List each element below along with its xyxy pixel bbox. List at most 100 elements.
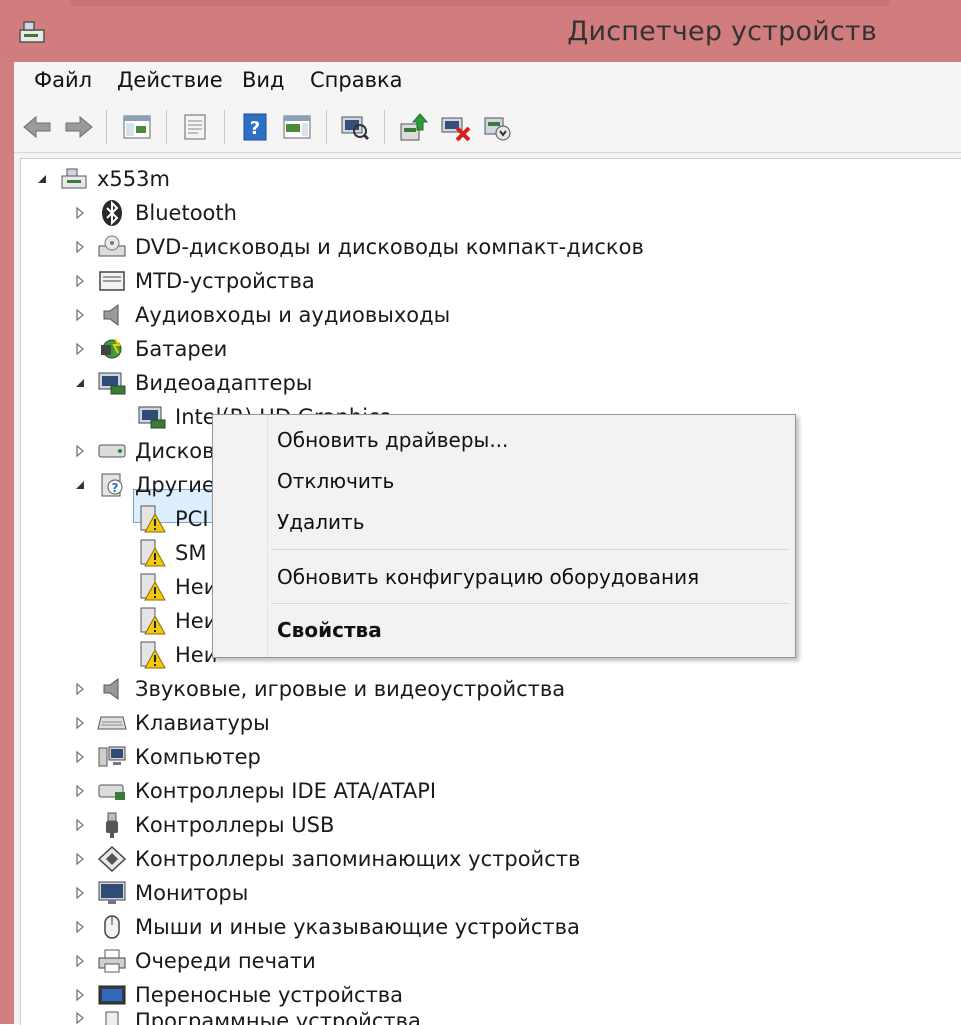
tree-item-batteries[interactable]: Батареи [71, 333, 227, 365]
tree-item-label: Неи [175, 643, 218, 667]
tree-item-display-adapters[interactable]: Видеоадаптеры [71, 367, 312, 399]
tree-item-label: Неи [175, 575, 218, 599]
mtd-device-icon [97, 266, 127, 296]
svg-text:?: ? [250, 118, 260, 139]
tree-item-label: Другие [135, 473, 215, 497]
tree-item-computer[interactable]: Компьютер [71, 741, 261, 773]
tree-item-mice[interactable]: Мыши и иные указывающие устройства [71, 911, 580, 943]
ctx-properties[interactable]: Свойства [277, 618, 382, 642]
context-menu-separator [271, 603, 789, 604]
warning-device-icon [137, 504, 167, 534]
update-driver-icon[interactable] [396, 110, 430, 144]
expand-arrow-icon[interactable] [71, 1009, 89, 1025]
tree-item-sm[interactable]: SM [137, 537, 206, 569]
title-bar[interactable]: Диспетчер устройств [0, 0, 961, 62]
expand-arrow-icon[interactable] [71, 238, 89, 256]
tree-item-label: Звуковые, игровые и видеоустройства [135, 677, 566, 701]
display-adapter-icon [137, 402, 167, 432]
tree-item-storage-controllers[interactable]: Контроллеры запоминающих устройств [71, 843, 580, 875]
warning-device-icon [137, 538, 167, 568]
tree-item-audio-io[interactable]: Аудиовходы и аудиовыходы [71, 299, 450, 331]
tree-item-label: PCI [175, 507, 209, 531]
device-manager-app-icon [16, 18, 48, 48]
bluetooth-icon [97, 198, 127, 228]
tree-item-ide[interactable]: Контроллеры IDE ATA/ATAPI [71, 775, 436, 807]
menu-file[interactable]: Файл [32, 68, 94, 92]
expand-arrow-icon[interactable] [71, 816, 89, 834]
scan-hardware-icon[interactable] [338, 110, 372, 144]
expand-arrow-icon[interactable] [71, 714, 89, 732]
collapse-arrow-icon[interactable] [71, 476, 89, 494]
expand-arrow-icon[interactable] [71, 952, 89, 970]
expand-arrow-icon[interactable] [71, 850, 89, 868]
portable-device-icon [97, 980, 127, 1010]
disable-icon[interactable] [480, 110, 514, 144]
mouse-icon [97, 912, 127, 942]
tree-item-label: Батареи [135, 337, 228, 361]
tree-root[interactable]: x553m [33, 163, 170, 195]
ctx-disable[interactable]: Отключить [277, 469, 394, 493]
tree-item-label: Контроллеры запоминающих устройств [135, 847, 581, 871]
expand-arrow-icon[interactable] [71, 782, 89, 800]
tree-item-disk-drives[interactable]: Дисков [71, 435, 215, 467]
ctx-update-drivers[interactable]: Обновить драйверы... [277, 428, 508, 452]
tree-item-other-devices[interactable]: ? Другие [71, 469, 215, 501]
expand-arrow-icon[interactable] [71, 680, 89, 698]
tree-item-mtd[interactable]: MTD-устройства [71, 265, 315, 297]
monitor-icon [97, 878, 127, 908]
ctx-scan-hardware[interactable]: Обновить конфигурацию оборудования [277, 565, 699, 589]
expand-arrow-icon[interactable] [71, 306, 89, 324]
menu-view[interactable]: Вид [240, 68, 287, 92]
expand-arrow-icon[interactable] [71, 204, 89, 222]
ctx-uninstall[interactable]: Удалить [277, 510, 365, 534]
tree-item-pci[interactable]: PCI [137, 503, 209, 535]
keyboard-icon [97, 708, 127, 738]
tree-item-usb[interactable]: Контроллеры USB [71, 809, 334, 841]
action-pane-icon[interactable] [280, 110, 314, 144]
properties-icon[interactable] [178, 110, 212, 144]
tree-item-unknown-2[interactable]: Неи [137, 605, 217, 637]
dvd-drive-icon [97, 232, 127, 262]
tree-item-unknown-3[interactable]: Неи [137, 639, 217, 671]
tree-item-bluetooth[interactable]: Bluetooth [71, 197, 237, 229]
tree-item-unknown-1[interactable]: Неи [137, 571, 217, 603]
tree-root-label: x553m [97, 167, 170, 191]
back-icon[interactable] [20, 110, 54, 144]
tree-item-software-devices[interactable]: Программные устройства [71, 1009, 421, 1025]
tree-item-keyboards[interactable]: Клавиатуры [71, 707, 270, 739]
warning-device-icon [137, 640, 167, 670]
collapse-arrow-icon[interactable] [71, 374, 89, 392]
uninstall-icon[interactable] [438, 110, 472, 144]
tree-item-label: Неи [175, 609, 218, 633]
warning-device-icon [137, 606, 167, 636]
disk-drive-icon [97, 436, 127, 466]
collapse-arrow-icon[interactable] [33, 170, 51, 188]
expand-arrow-icon[interactable] [71, 442, 89, 460]
tree-item-label: MTD-устройства [135, 269, 315, 293]
expand-arrow-icon[interactable] [71, 918, 89, 936]
menu-help[interactable]: Справка [308, 68, 405, 92]
software-device-icon [97, 1009, 127, 1025]
tree-item-portable-devices[interactable]: Переносные устройства [71, 979, 403, 1011]
forward-icon[interactable] [62, 110, 96, 144]
tree-item-label: Аудиовходы и аудиовыходы [135, 303, 451, 327]
speaker-icon [97, 300, 127, 330]
expand-arrow-icon[interactable] [71, 340, 89, 358]
tree-item-dvd[interactable]: DVD-дисководы и дисководы компакт-дисков [71, 231, 644, 263]
expand-arrow-icon[interactable] [71, 884, 89, 902]
expand-arrow-icon[interactable] [71, 986, 89, 1004]
toolbar-separator [106, 110, 107, 144]
warning-device-icon [137, 572, 167, 602]
help-icon[interactable]: ? [238, 110, 272, 144]
menu-action[interactable]: Действие [115, 68, 225, 92]
tree-item-print-queues[interactable]: Очереди печати [71, 945, 316, 977]
tree-item-sound[interactable]: Звуковые, игровые и видеоустройства [71, 673, 565, 705]
expand-arrow-icon[interactable] [71, 748, 89, 766]
unknown-device-icon: ? [97, 470, 127, 500]
tree-item-label: Мыши и иные указывающие устройства [135, 915, 580, 939]
tree-item-monitors[interactable]: Мониторы [71, 877, 248, 909]
expand-arrow-icon[interactable] [71, 272, 89, 290]
toolbar-separator [326, 110, 327, 144]
tree-item-label: Контроллеры USB [135, 813, 335, 837]
show-hide-console-tree-icon[interactable] [120, 110, 154, 144]
